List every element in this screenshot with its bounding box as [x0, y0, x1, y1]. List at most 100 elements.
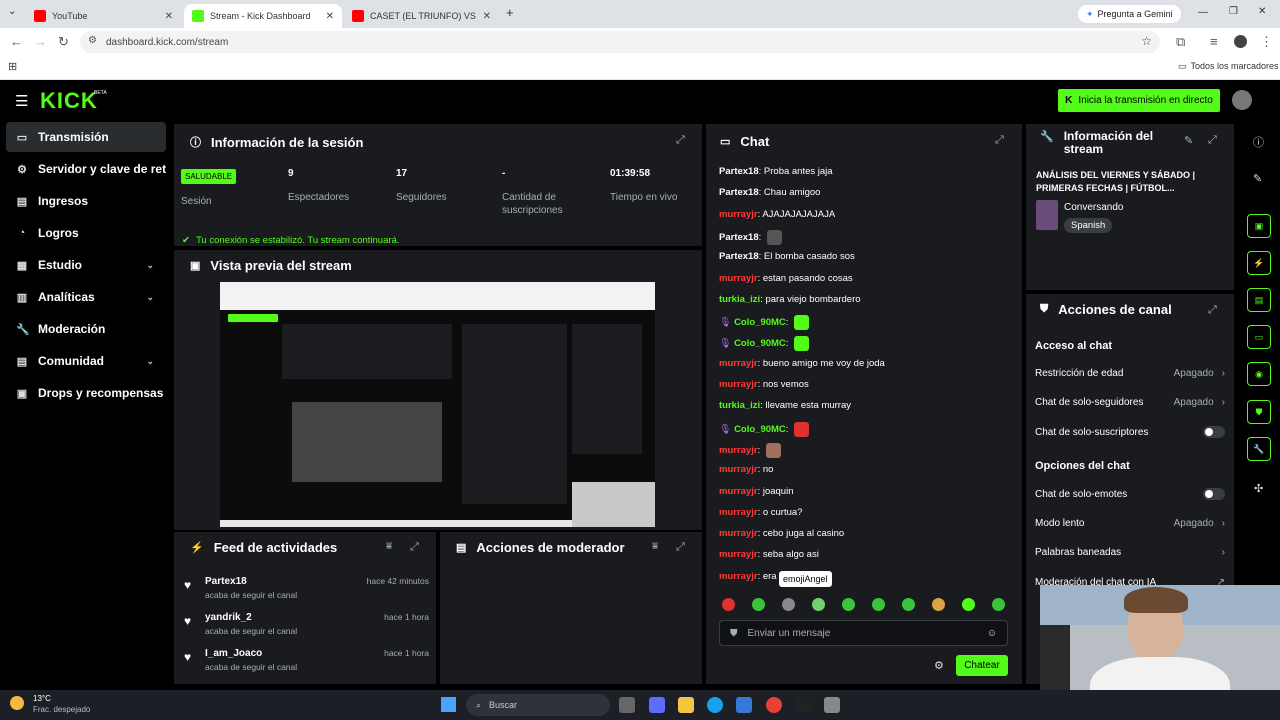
channel-setting-row[interactable]: Restricción de edad Apagado › — [1035, 368, 1225, 379]
rail-bolt-icon[interactable]: ⚡ — [1247, 251, 1271, 275]
chat-username[interactable]: murrayjr — [719, 464, 758, 475]
expand-icon[interactable]: ⤢ — [1208, 304, 1217, 317]
chevron-down-icon[interactable]: ⌄ — [146, 292, 154, 303]
expand-icon[interactable]: ⤢ — [995, 134, 1004, 147]
activity-user[interactable]: I_am_Joaco — [205, 648, 262, 659]
expand-icon[interactable]: ⤢ — [676, 541, 685, 554]
chrome-icon[interactable] — [766, 697, 782, 713]
chevron-down-icon[interactable]: ⌄ — [146, 260, 154, 271]
taskbar-search[interactable]: ⌕ Buscar — [466, 694, 610, 716]
chat-username[interactable]: turkia_izi — [719, 400, 760, 411]
rail-chat-icon[interactable]: ▭ — [1247, 325, 1271, 349]
close-icon[interactable]: ✕ — [165, 11, 173, 22]
sidebar-item[interactable]: ▭ Transmisión — [6, 122, 166, 152]
chat-input[interactable]: ⛊ Enviar un mensaje ☺ — [719, 620, 1008, 646]
stream-preview-video[interactable] — [220, 282, 655, 527]
back-icon[interactable]: ← — [10, 34, 23, 49]
chat-username[interactable]: murrayjr — [719, 486, 758, 497]
hamburger-menu-icon[interactable]: ☰ — [15, 92, 28, 110]
apps-icon[interactable]: ⊞ — [8, 60, 17, 73]
chat-username[interactable]: murrayjr — [719, 209, 758, 220]
info-icon[interactable]: ⓘ — [1253, 134, 1264, 150]
expand-icon[interactable]: ⤢ — [410, 541, 419, 554]
channel-setting-row[interactable]: Chat de solo-emotes — [1035, 488, 1225, 500]
emoji-icon[interactable]: ☺ — [987, 628, 997, 639]
rail-list-icon[interactable]: ▤ — [1247, 288, 1271, 312]
chat-username[interactable]: Partex18 — [719, 166, 759, 177]
channel-setting-row[interactable]: Chat de solo-suscriptores — [1035, 426, 1225, 438]
url-bar[interactable]: ⚙ dashboard.kick.com/stream ☆ — [80, 31, 1160, 53]
chat-username[interactable]: murrayjr — [719, 379, 758, 390]
expand-icon[interactable]: ⤢ — [676, 134, 685, 147]
chat-username[interactable]: murrayjr — [719, 445, 758, 456]
obs-icon[interactable] — [795, 697, 811, 713]
media-icon[interactable]: ≡ — [1210, 34, 1218, 49]
rail-wrench-icon[interactable]: 🔧 — [1247, 437, 1271, 461]
store-icon[interactable] — [736, 697, 752, 713]
chevron-right-icon[interactable]: › — [1222, 518, 1225, 529]
tab-kick-dashboard[interactable]: Stream - Kick Dashboard ✕ — [184, 4, 342, 28]
chevron-right-icon[interactable]: › — [1222, 397, 1225, 408]
minimize-button[interactable]: — — [1198, 7, 1208, 18]
send-chat-button[interactable]: Chatear — [956, 655, 1008, 676]
tab-list-icon[interactable]: ⌄ — [8, 6, 16, 17]
channel-setting-row[interactable]: Modo lento Apagado › — [1035, 518, 1225, 529]
extensions-icon[interactable]: ⧉ — [1176, 34, 1185, 50]
expand-icon[interactable]: ⤢ — [1208, 134, 1217, 147]
sidebar-item[interactable]: ▥ Analíticas ⌄ — [6, 282, 166, 312]
file-explorer-icon[interactable] — [678, 697, 694, 713]
activity-user[interactable]: Partex18 — [205, 576, 247, 587]
window-close-button[interactable]: ✕ — [1258, 6, 1266, 17]
task-view-icon[interactable] — [619, 697, 635, 713]
go-live-button[interactable]: K Inicia la transmisión en directo — [1058, 89, 1220, 112]
edge-icon[interactable] — [707, 697, 723, 713]
close-icon[interactable]: ✕ — [483, 11, 491, 22]
app-icon[interactable] — [649, 697, 665, 713]
new-tab-button[interactable]: + — [506, 5, 514, 20]
channel-setting-row[interactable]: Chat de solo-seguidores Apagado › — [1035, 397, 1225, 408]
sidebar-item[interactable]: ▣ Drops y recompensas — [6, 378, 166, 408]
profile-avatar[interactable] — [1234, 35, 1247, 48]
emote-picker-item[interactable] — [932, 598, 945, 611]
filter-icon[interactable]: ⩸ — [386, 541, 392, 552]
rail-shield-icon[interactable]: ⛊ — [1247, 400, 1271, 424]
kick-logo[interactable]: KICK — [40, 88, 98, 114]
filter-icon[interactable]: ⩸ — [652, 541, 658, 552]
chat-username[interactable]: Partex18 — [719, 187, 759, 198]
sidebar-item[interactable]: ◔ Logros — [6, 218, 166, 248]
reload-icon[interactable]: ↻ — [58, 34, 69, 50]
sidebar-item[interactable]: 🔧 Moderación — [6, 314, 166, 344]
chat-settings-icon[interactable]: ⚙ — [934, 659, 944, 672]
sidebar-item[interactable]: ▦ Estudio ⌄ — [6, 250, 166, 280]
emote-picker-item[interactable] — [752, 598, 765, 611]
emote-picker-item[interactable] — [842, 598, 855, 611]
chat-username[interactable]: murrayjr — [719, 528, 758, 539]
chat-username[interactable]: Colo_90MC — [734, 317, 786, 328]
toggle-switch[interactable] — [1203, 488, 1225, 500]
chat-username[interactable]: murrayjr — [719, 549, 758, 560]
rail-record-icon[interactable]: ◉ — [1247, 362, 1271, 386]
activity-user[interactable]: yandrik_2 — [205, 612, 252, 623]
emote-picker-item[interactable] — [812, 598, 825, 611]
rail-apps-icon[interactable]: ✣ — [1254, 482, 1263, 495]
windows-start-icon[interactable] — [441, 697, 456, 712]
chat-username[interactable]: Colo_90MC — [734, 424, 786, 435]
emote-picker-item[interactable] — [782, 598, 795, 611]
site-info-icon[interactable]: ⚙ — [88, 35, 97, 46]
forward-icon[interactable]: → — [34, 34, 47, 49]
chevron-right-icon[interactable]: › — [1222, 547, 1225, 558]
chat-username[interactable]: murrayjr — [719, 507, 758, 518]
settings-icon[interactable] — [824, 697, 840, 713]
chat-username[interactable]: Partex18 — [719, 232, 759, 243]
tab-youtube[interactable]: YouTube ✕ — [26, 4, 181, 28]
rail-video-icon[interactable]: ▣ — [1247, 214, 1271, 238]
menu-icon[interactable]: ⋮ — [1260, 34, 1273, 50]
close-icon[interactable]: ✕ — [326, 11, 334, 22]
emote-picker-item[interactable] — [992, 598, 1005, 611]
toggle-switch[interactable] — [1203, 426, 1225, 438]
sidebar-item[interactable]: ▤ Comunidad ⌄ — [6, 346, 166, 376]
maximize-button[interactable]: ❐ — [1229, 6, 1238, 17]
chat-username[interactable]: murrayjr — [719, 358, 758, 369]
chat-username[interactable]: Partex18 — [719, 251, 759, 262]
emote-picker-item[interactable] — [902, 598, 915, 611]
